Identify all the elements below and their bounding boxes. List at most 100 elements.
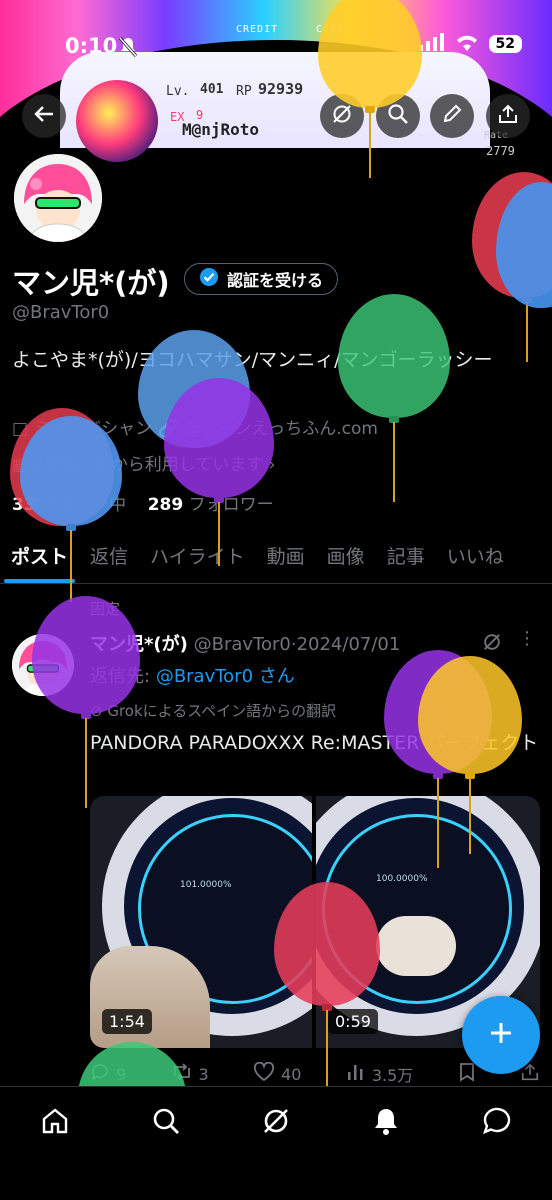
bookmark-button[interactable] [458, 1062, 476, 1086]
tab-videos[interactable]: 動画 [256, 528, 316, 583]
bottom-navigation [0, 1086, 552, 1200]
banner-rate: 2779 [486, 144, 515, 158]
repost-count: 3 [198, 1064, 209, 1084]
views-button[interactable]: 3.5万 [346, 1062, 413, 1086]
edit-icon [441, 103, 463, 129]
tab-highlights[interactable]: ハイライト [139, 528, 256, 583]
plus-icon [486, 1018, 516, 1052]
tab-likes[interactable]: いいね [436, 528, 515, 583]
share-button[interactable] [486, 94, 530, 138]
following-label: フォロー中 [41, 495, 127, 515]
chevron-right-icon: › [268, 455, 276, 475]
post-text: PANDORA PARADOXXX Re:MASTER パーフェクト [90, 732, 539, 754]
video-1-duration: 1:54 [102, 1009, 152, 1034]
banner-jacket-art [76, 80, 158, 162]
grok-icon[interactable] [260, 1105, 292, 1200]
post-author-avatar[interactable] [12, 634, 74, 696]
battery-indicator: 52 [488, 35, 522, 53]
get-verified-button[interactable]: 認証を受ける [184, 263, 339, 295]
get-verified-label: 認証を受ける [227, 271, 324, 290]
profile-bio: よこやま*(が)/ヨコハマサン/マンニィ/マンゴーラッシー [12, 349, 493, 371]
repost-icon [171, 1062, 193, 1086]
profile-joined: 20年10月から利用しています [33, 455, 264, 475]
wifi-icon [455, 33, 479, 55]
search-icon[interactable] [150, 1105, 182, 1200]
grok-small-icon: ⊘ [90, 702, 108, 720]
status-time: 0:10 [65, 34, 118, 58]
reply-count: 9 [116, 1064, 127, 1084]
edit-button[interactable] [430, 94, 474, 138]
profile-avatar[interactable] [10, 150, 106, 246]
banner-player-name: M@njRoto [182, 120, 260, 139]
banner-level: 401 [200, 82, 224, 97]
like-button[interactable]: 40 [253, 1061, 302, 1086]
views-icon [346, 1062, 366, 1086]
profile-tabs: ポスト 返信 ハイライト 動画 画像 記事 いいね [0, 528, 552, 584]
joined-row[interactable]: ▦ 20年10月から利用しています › [12, 450, 275, 475]
messages-icon[interactable] [481, 1105, 513, 1200]
banner-credit: CREDIT [236, 24, 279, 35]
profile-handle: @BravTor0 [12, 302, 110, 323]
player-glove [376, 916, 456, 976]
tab-articles[interactable]: 記事 [376, 528, 436, 583]
category-icon: □ [12, 419, 34, 439]
verified-badge-icon [199, 267, 219, 291]
followers-label: フォロワー [188, 495, 274, 515]
link-icon: 🔗 [157, 419, 185, 439]
reply-icon [90, 1062, 110, 1086]
video-2-duration: 0:59 [328, 1009, 378, 1034]
pinned-label: 固定 [90, 600, 121, 618]
following-link[interactable]: 33 フォロー中 [12, 495, 126, 515]
follow-counts: 33 フォロー中 289 フォロワー [12, 490, 274, 515]
reply-prefix: 返信先: [90, 666, 151, 687]
post-author-handle[interactable]: @BravTor0 [194, 634, 291, 655]
banner-rp: 92939 [258, 80, 304, 98]
post-author-name[interactable]: マン児*(が) [90, 634, 188, 655]
views-count: 3.5万 [371, 1066, 414, 1085]
tab-images[interactable]: 画像 [316, 528, 376, 583]
back-arrow-icon [33, 103, 55, 129]
bookmark-icon [458, 1062, 476, 1086]
banner-rp-label: RP [236, 84, 252, 99]
repost-button[interactable]: 3 [171, 1062, 209, 1086]
profile-name: マン児*(が) [12, 266, 170, 300]
grok-icon [331, 103, 353, 129]
status-icons: 52 [418, 33, 522, 55]
search-icon [387, 103, 409, 129]
translation-note[interactable]: ⊘ Grokによるスペイン語からの翻訳 [90, 700, 336, 721]
like-count: 40 [281, 1064, 302, 1084]
banner-level-label: Lv. [166, 84, 190, 99]
calendar-icon: ▦ [12, 455, 34, 475]
heart-icon [253, 1061, 275, 1086]
tab-posts[interactable]: ポスト [0, 528, 79, 583]
post-header: マン児*(が) @BravTor0·2024/07/01 [90, 634, 401, 655]
back-button[interactable] [22, 94, 66, 138]
video-2-score: 100.0000% [376, 874, 428, 884]
reply-button[interactable]: 9 [90, 1062, 126, 1086]
translation-note-text: Grokによるスペイン語からの翻訳 [107, 702, 337, 720]
reply-to-line: 返信先: @BravTor0 さん [90, 662, 295, 688]
profile-meta-row: □ ミュージシャン 🔗 @ンーンえっちふん.com [12, 414, 378, 439]
tab-replies[interactable]: 返信 [79, 528, 139, 583]
post-actions: 9 3 40 3.5万 [90, 1061, 540, 1086]
banner-coin: COIN [316, 24, 345, 35]
post-video-1[interactable]: 101.0000% 1:54 [90, 796, 312, 1048]
profile-link[interactable]: @ンーンえっちふん.com [184, 419, 378, 439]
followers-link[interactable]: 289 フォロワー [148, 495, 274, 515]
post-grok-icon[interactable] [482, 632, 502, 656]
compose-button[interactable] [462, 996, 540, 1074]
mute-icon [118, 36, 138, 62]
search-button[interactable] [376, 94, 420, 138]
post-more-icon[interactable]: ⋮ [518, 628, 536, 649]
video-1-score: 101.0000% [180, 880, 232, 890]
notifications-icon[interactable] [370, 1105, 402, 1200]
post-date: 2024/07/01 [296, 634, 401, 655]
grok-button[interactable] [320, 94, 364, 138]
followers-count: 289 [147, 495, 184, 515]
home-icon[interactable] [39, 1105, 71, 1200]
reply-to-mention[interactable]: @BravTor0 さん [156, 666, 295, 687]
following-count: 33 [12, 495, 36, 515]
share-icon [497, 103, 519, 129]
signal-icon [418, 33, 445, 55]
profile-category: ミュージシャン [33, 419, 153, 439]
